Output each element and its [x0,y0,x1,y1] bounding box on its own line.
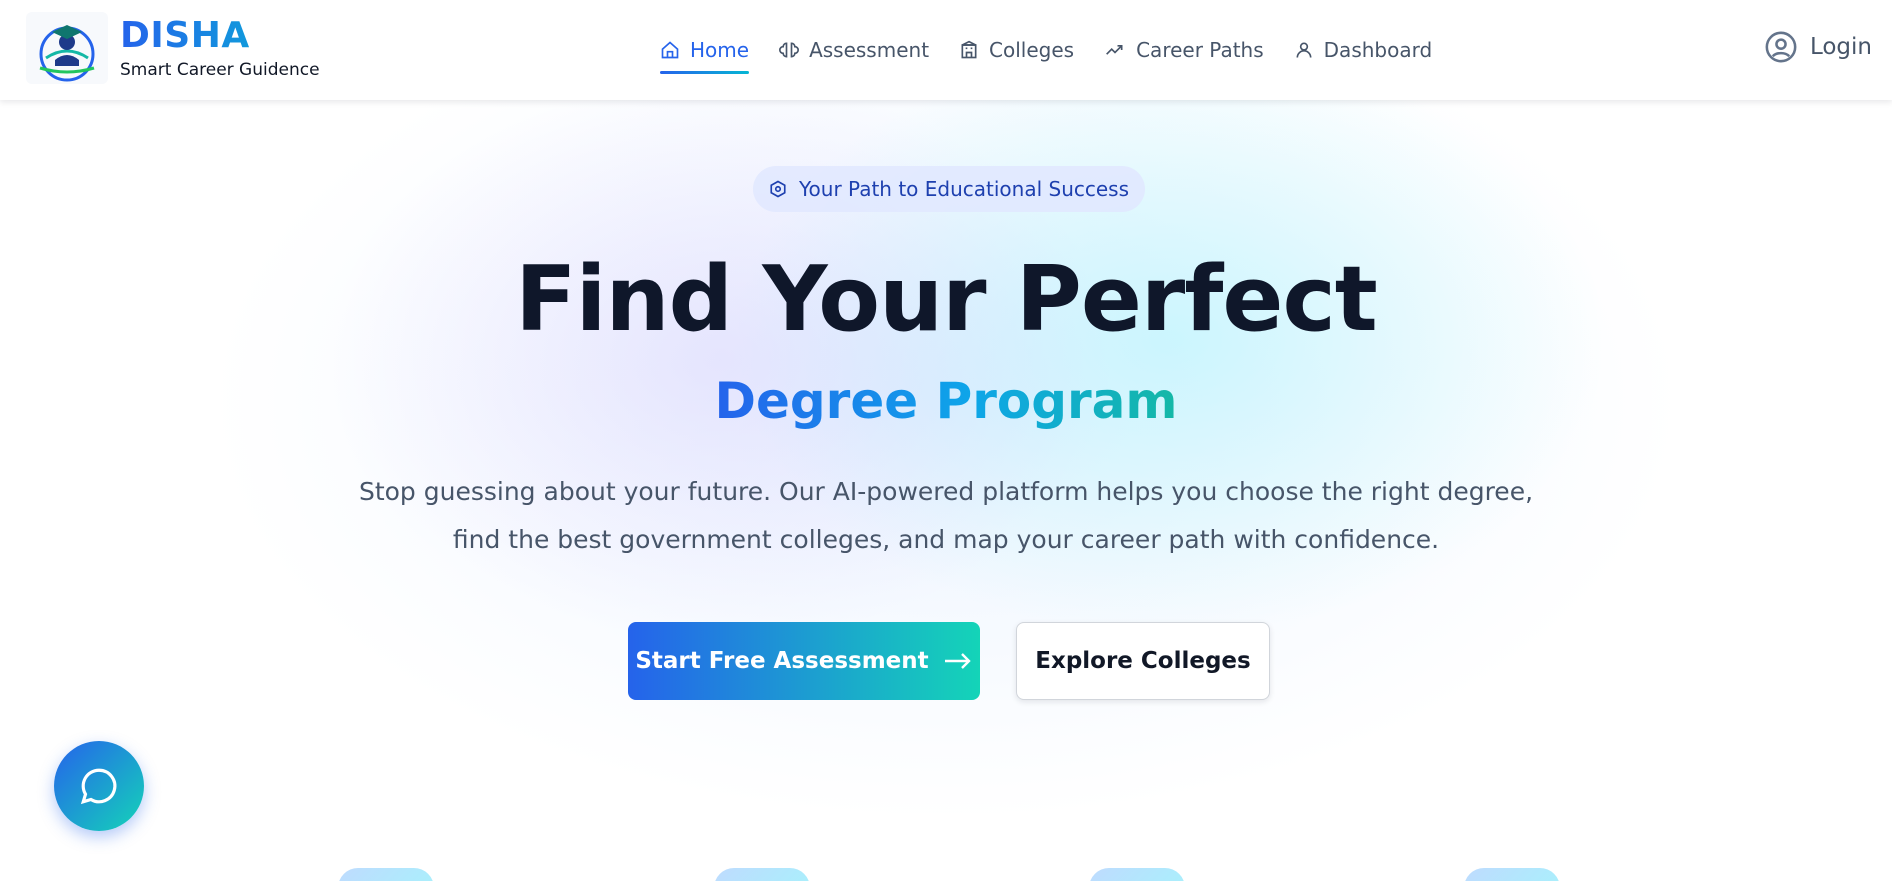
building-icon [961,40,977,59]
brand-tagline: Smart Career Guidence [120,60,320,80]
feature-icon-3 [1089,868,1185,881]
login-label: Login [1809,34,1872,60]
nav-item-label: Colleges [989,38,1075,62]
brain-icon [779,42,799,58]
feature-icon-1 [338,868,434,881]
nav-item-home[interactable]: Home [660,0,750,100]
hero-subtitle: Degree Program [0,368,1892,434]
nav-item-assessment[interactable]: Assessment [779,0,929,100]
hero-description-line-2: find the best government colleges, and m… [452,525,1440,554]
user-circle-icon [1765,31,1797,63]
home-icon [661,41,679,59]
main-nav: Home Assessment Colleges Career Paths Da… [660,0,1462,100]
brand[interactable]: DISHA Smart Career Guidence [26,12,320,84]
chat-button[interactable] [54,741,144,831]
login-button[interactable]: Login [1764,30,1872,64]
start-assessment-label: Start Free Assessment [635,648,929,674]
arrow-right-icon [944,653,971,669]
graduate-book-logo-icon [26,12,108,84]
nav-item-label: Career Paths [1136,38,1264,62]
feature-icon-2 [714,868,810,881]
nav-item-dashboard[interactable]: Dashboard [1294,0,1433,100]
nav-item-label: Assessment [809,38,930,62]
nav-item-colleges[interactable]: Colleges [959,0,1074,100]
nav-item-label: Home [690,38,750,62]
hero-subtitle-text: Degree Program [714,372,1178,430]
hero-description: Stop guessing about your future. Our AI-… [346,468,1546,564]
explore-colleges-button[interactable]: Explore Colleges [1016,622,1270,700]
brand-name: DISHA [120,16,320,56]
hexagon-icon [770,180,786,198]
nav-item-career-paths[interactable]: Career Paths [1104,0,1264,100]
top-navbar: DISHA Smart Career Guidence Home Assessm… [0,0,1892,100]
chat-bubble-icon [80,768,117,805]
hero-title: Find Your Perfect [515,247,1378,352]
hero-badge: Your Path to Educational Success [753,166,1145,212]
trend-icon [1106,45,1123,55]
feature-icon-4 [1464,868,1560,881]
badge-text: Your Path to Educational Success [798,177,1130,201]
user-icon [1296,42,1312,58]
nav-item-label: Dashboard [1323,38,1433,62]
hero-description-line-1: Stop guessing about your future. Our AI-… [358,477,1534,506]
start-assessment-button[interactable]: Start Free Assessment [628,622,980,700]
